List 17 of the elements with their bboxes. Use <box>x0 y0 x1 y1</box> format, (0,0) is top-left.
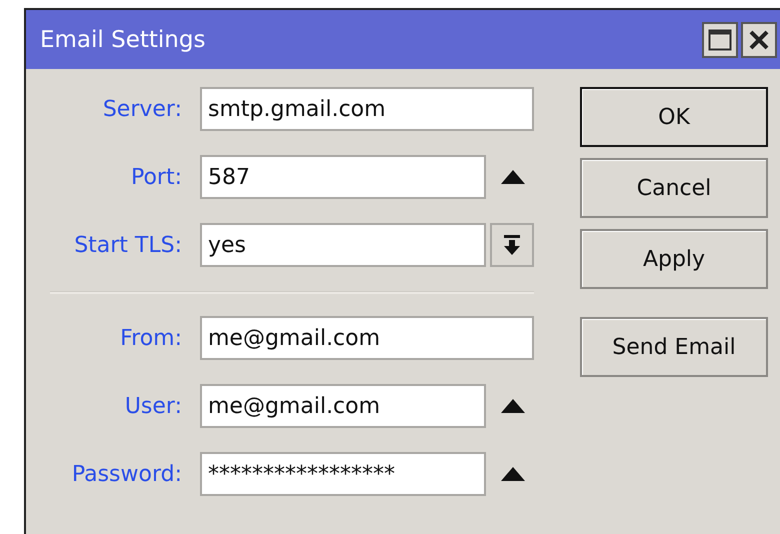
input-field[interactable]: smtp.gmail.com <box>200 87 534 131</box>
input-field[interactable]: me@gmail.com <box>200 316 534 360</box>
field-label: Password: <box>70 462 182 486</box>
input-field[interactable]: yes <box>200 223 486 267</box>
field-label: Port: <box>130 164 182 190</box>
dialog-button[interactable]: Send Email <box>580 317 768 377</box>
dialog-button[interactable]: Cancel <box>580 158 768 218</box>
field-label: Server: <box>102 96 182 122</box>
field-label: From: <box>119 326 182 350</box>
input-field[interactable]: 587 <box>200 155 486 199</box>
field-label: Start TLS: <box>73 232 182 258</box>
input-field[interactable]: ***************** <box>200 452 486 496</box>
field-label: User: <box>124 394 182 418</box>
dialog-button[interactable]: Apply <box>580 229 768 289</box>
window-title: Email Settings <box>40 26 206 52</box>
input-field[interactable]: me@gmail.com <box>200 384 486 428</box>
dialog-button[interactable]: OK <box>580 87 768 147</box>
